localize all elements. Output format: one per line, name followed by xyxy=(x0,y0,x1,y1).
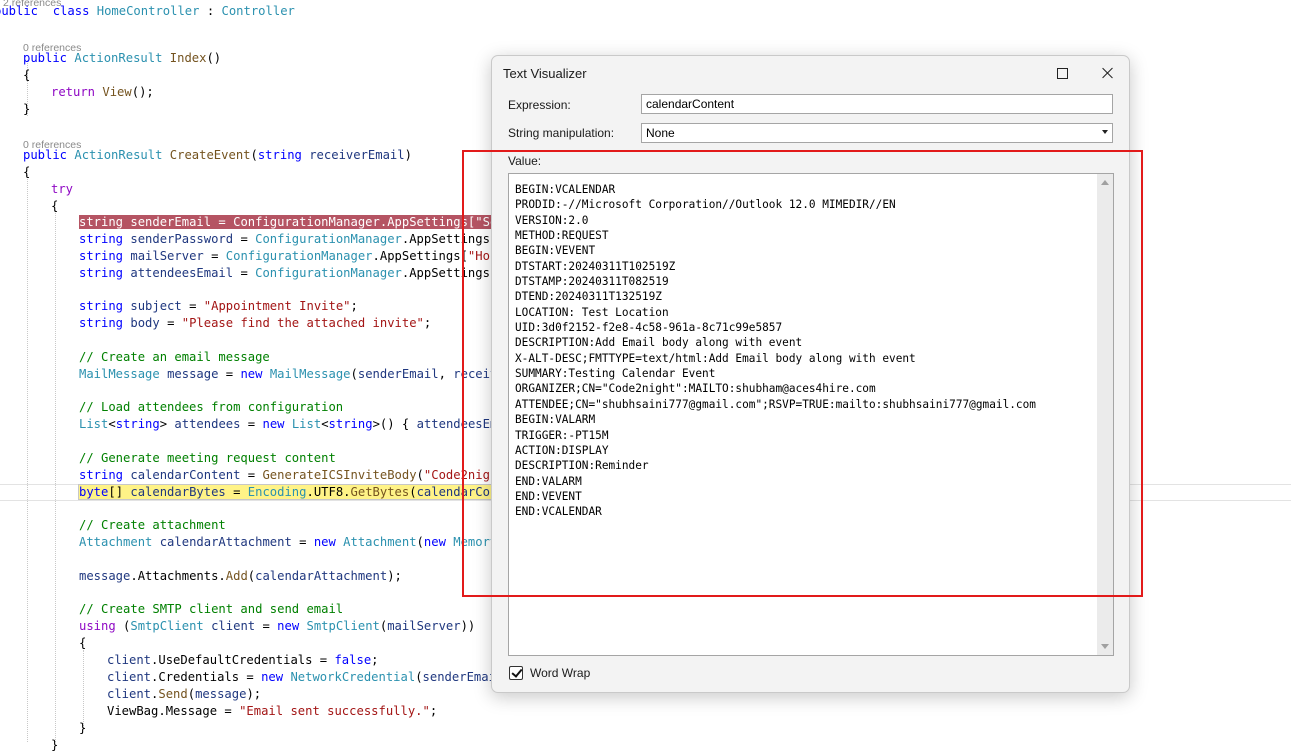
close-icon xyxy=(1102,67,1114,79)
maximize-button[interactable] xyxy=(1040,56,1084,90)
code-line: string mailServer = ConfigurationManager… xyxy=(79,249,527,263)
current-statement-highlight: byte[] calendarBytes = Encoding.UTF8.Get… xyxy=(77,484,543,500)
code-line: message.Attachments.Add(calendarAttachme… xyxy=(79,569,402,583)
code-line: ViewBag.Message = "Email sent successful… xyxy=(107,704,438,718)
expression-input[interactable] xyxy=(641,94,1113,114)
word-wrap-checkbox[interactable] xyxy=(509,666,523,680)
code-line: // Create an email message xyxy=(79,350,270,364)
code-line: string subject = "Appointment Invite"; xyxy=(79,299,358,313)
code-line: List<string> attendees = new List<string… xyxy=(79,417,541,431)
code-line: // Create attachment xyxy=(79,518,226,532)
string-manipulation-label: String manipulation: xyxy=(508,126,615,140)
code-line: return View(); xyxy=(51,85,154,99)
code-line: // Generate meeting request content xyxy=(79,451,336,465)
indent-guide xyxy=(83,650,84,728)
code-line: // Load attendees from configuration xyxy=(79,400,344,414)
word-wrap-label: Word Wrap xyxy=(530,666,591,680)
code-line: } xyxy=(79,721,87,735)
code-line: try xyxy=(51,182,74,196)
indent-guide xyxy=(27,175,28,742)
code-line: { xyxy=(51,199,59,213)
indent-guide xyxy=(55,210,56,742)
code-line: { xyxy=(79,636,87,650)
code-line: } xyxy=(51,738,59,752)
code-line: { xyxy=(23,68,31,82)
maximize-icon xyxy=(1056,67,1068,79)
code-line: public ActionResult CreateEvent(string r… xyxy=(23,148,412,162)
value-label: Value: xyxy=(508,154,542,168)
checkmark-icon xyxy=(511,666,523,678)
code-line: { xyxy=(23,165,31,179)
code-line: } xyxy=(23,102,31,116)
value-textarea[interactable]: BEGIN:VCALENDAR PRODID:-//Microsoft Corp… xyxy=(508,173,1114,656)
chevron-down-icon xyxy=(1102,130,1108,134)
code-line: // Create SMTP client and send email xyxy=(79,602,344,616)
dialog-title: Text Visualizer xyxy=(503,66,587,81)
code-line: string body = "Please find the attached … xyxy=(79,316,432,330)
scroll-down-icon[interactable] xyxy=(1101,644,1109,649)
string-manipulation-select[interactable]: None xyxy=(641,123,1113,143)
text-visualizer-dialog: Text Visualizer Expression: String manip… xyxy=(491,55,1130,693)
string-manipulation-value: None xyxy=(646,126,675,140)
code-line: public class HomeController : Controller xyxy=(0,4,295,18)
expression-label: Expression: xyxy=(508,98,571,112)
vertical-scrollbar[interactable] xyxy=(1097,174,1113,655)
value-content: BEGIN:VCALENDAR PRODID:-//Microsoft Corp… xyxy=(515,183,1036,519)
code-line: public ActionResult Index() xyxy=(23,51,222,65)
code-line: using (SmtpClient client = new SmtpClien… xyxy=(79,619,476,633)
code-line: client.Send(message); xyxy=(107,687,262,701)
current-statement-line: byte[] calendarBytes = Encoding.UTF8.Get… xyxy=(77,484,543,501)
code-line: client.UseDefaultCredentials = false; xyxy=(107,653,379,667)
close-button[interactable] xyxy=(1086,56,1130,90)
scroll-up-icon[interactable] xyxy=(1101,180,1109,185)
